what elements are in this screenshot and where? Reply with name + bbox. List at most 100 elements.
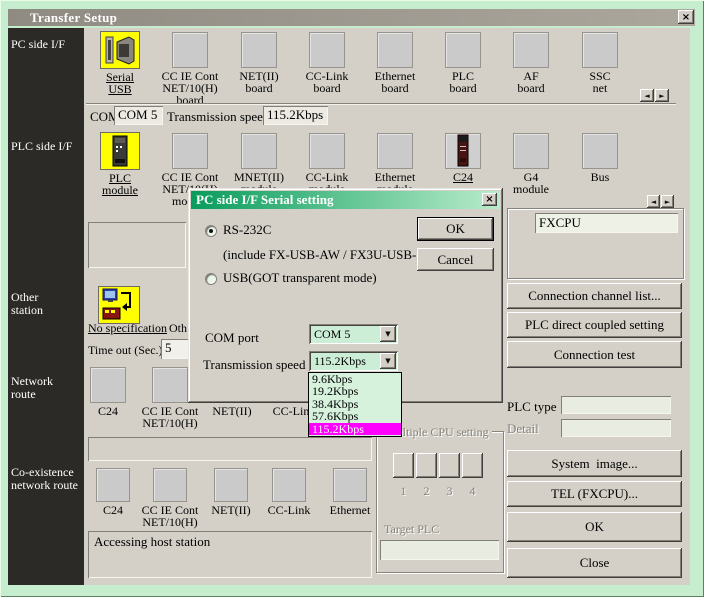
icon-label: Serial USB (86, 71, 154, 95)
pc-if-cclink-board[interactable]: CC-Link board (293, 31, 361, 94)
pc-if-plc-board[interactable]: PLC board (429, 31, 497, 94)
icon-label: AF board (497, 70, 565, 94)
speed-option[interactable]: 19.2Kbps (309, 385, 401, 397)
serial-dialog-close-button[interactable]: × (482, 193, 497, 206)
rs232c-radio[interactable] (205, 225, 217, 237)
timeout-label: Time out (Sec.) (88, 343, 163, 358)
com-port-combobox[interactable]: COM 5 ▼ (309, 324, 398, 344)
cpu-3-number: 3 (439, 484, 460, 499)
pc-if-ccie-board[interactable]: CC IE Cont NET/10(H) board (156, 31, 224, 106)
plc-board-icon (445, 32, 481, 68)
rs232c-note: (include FX-USB-AW / FX3U-USB-BD) (223, 247, 439, 263)
ethernet-module-icon (377, 133, 413, 169)
other-station-label-fragment: Oth (169, 321, 187, 336)
multiple-cpu-group: Multiple CPU setting 1 2 3 4 Target PLC (376, 431, 504, 573)
pc-if-net2-board[interactable]: NET(II) board (225, 31, 293, 94)
rs232c-label: RS-232C (223, 222, 271, 238)
plc-scroll-right-button[interactable]: ► (661, 195, 674, 208)
speed-dropdown-button[interactable]: ▼ (380, 353, 396, 369)
icon-label: CC IE Cont NET/10(H) (140, 405, 200, 429)
system-image-button[interactable]: System image... (507, 450, 682, 477)
chevron-down-icon: ▼ (385, 330, 390, 338)
close-button[interactable]: Close (507, 548, 682, 578)
pc-if-af-board[interactable]: AF board (497, 31, 565, 94)
plc-if-g4-module[interactable]: G4 module (497, 132, 565, 195)
speed-option[interactable]: 57.6Kbps (309, 410, 401, 422)
coex-cclink[interactable]: CC-Link (255, 467, 323, 516)
radio-dot (209, 229, 213, 233)
cpu-3-button[interactable] (439, 453, 460, 478)
speed-combobox[interactable]: 115.2Kbps ▼ (309, 351, 398, 371)
pc-if-ethernet-board[interactable]: Ethernet board (361, 31, 429, 94)
window-title: Transfer Setup (30, 10, 117, 26)
window-titlebar[interactable]: Transfer Setup (8, 9, 695, 26)
coex-ccie[interactable]: CC IE Cont NET/10(H) (136, 467, 204, 528)
c24-icon (96, 468, 130, 502)
pc-if-ssc-net[interactable]: SSC net (566, 31, 634, 94)
tel-fxcpu-button[interactable]: TEL (FXCPU)... (507, 481, 682, 507)
ccie-module-icon (172, 133, 208, 169)
plc-if-cclink-module[interactable]: CC-Link module (293, 132, 361, 195)
plc-if-mnet2-module[interactable]: MNET(II) module (225, 132, 293, 195)
plc-if-bus[interactable]: Bus (566, 132, 634, 183)
plc-if-c24[interactable]: C24 (429, 132, 497, 183)
sidebar-label-coexistence-route: Co-existence network route (11, 466, 78, 492)
serial-dialog-titlebar[interactable]: PC side I/F Serial setting (191, 191, 500, 209)
pc-if-serial-usb[interactable]: Serial USB (86, 31, 154, 95)
ok-button[interactable]: OK (507, 512, 682, 542)
network-route-c24[interactable]: C24 (78, 366, 138, 417)
ethernet-board-icon (377, 32, 413, 68)
plc-if-ethernet-module[interactable]: Ethernet module (361, 132, 429, 195)
transfer-setup-window: Transfer Setup × PC side I/F PLC side I/… (0, 0, 704, 597)
icon-label: CC IE Cont NET/10(H) board (156, 70, 224, 106)
cpu-4-number: 4 (462, 484, 483, 499)
arrow-left-icon: ◄ (644, 92, 649, 100)
section-divider (86, 103, 676, 105)
icon-label: G4 module (497, 171, 565, 195)
sidebar-label-plc-side: PLC side I/F (11, 140, 72, 153)
serial-dialog-title: PC side I/F Serial setting (196, 192, 333, 208)
com-port-value: COM 5 (314, 327, 350, 342)
com-port-dropdown-button[interactable]: ▼ (380, 326, 396, 342)
connection-channel-list-button[interactable]: Connection channel list... (507, 283, 682, 309)
ccie-icon (153, 468, 187, 502)
plc-scroll-left-button[interactable]: ◄ (647, 195, 660, 208)
no-specification-label[interactable]: No specification (88, 321, 167, 336)
coex-ethernet[interactable]: Ethernet (316, 467, 384, 516)
ssc-net-icon (582, 32, 618, 68)
target-plc-label: Target PLC (384, 522, 439, 537)
usb-radio[interactable] (205, 273, 217, 285)
icon-label: CC-Link board (293, 70, 361, 94)
serial-ok-button[interactable]: OK (417, 217, 494, 241)
icon-label: NET(II) (202, 405, 262, 417)
station-list-box (88, 222, 186, 268)
target-plc-field (380, 540, 499, 560)
plc-module-icon (100, 132, 140, 170)
detail-field (561, 419, 671, 437)
window-close-button[interactable]: × (678, 10, 694, 24)
pc-scroll-right-button[interactable]: ► (655, 89, 669, 102)
plc-direct-coupled-setting-button[interactable]: PLC direct coupled setting (507, 312, 682, 338)
ethernet-icon (333, 468, 367, 502)
connection-test-button[interactable]: Connection test (507, 341, 682, 368)
g4-module-icon (513, 133, 549, 169)
c24-module-icon (445, 133, 481, 169)
speed-option-selected[interactable]: 115.2Kbps (309, 423, 401, 435)
mnet2-module-icon (241, 133, 277, 169)
other-station-no-spec-icon[interactable] (98, 286, 140, 324)
cclink-icon (272, 468, 306, 502)
cpu-4-button[interactable] (462, 453, 483, 478)
plc-type-label: PLC type (507, 399, 556, 415)
icon-label: Ethernet board (361, 70, 429, 94)
timeout-field[interactable]: 5 (161, 339, 189, 359)
icon-label: C24 (429, 171, 497, 183)
sidebar-label-network-route: Network route (11, 375, 53, 401)
serial-setting-dialog: PC side I/F Serial setting × RS-232C (in… (188, 188, 503, 403)
serial-cancel-button[interactable]: Cancel (417, 248, 494, 271)
cpu-1-button[interactable] (393, 453, 414, 478)
plc-if-plc-module[interactable]: PLC module (86, 132, 154, 196)
serial-speed-label: Transmission speed (203, 357, 305, 373)
arrow-right-icon: ► (665, 198, 670, 206)
cpu-2-button[interactable] (416, 453, 437, 478)
pc-scroll-left-button[interactable]: ◄ (640, 89, 654, 102)
